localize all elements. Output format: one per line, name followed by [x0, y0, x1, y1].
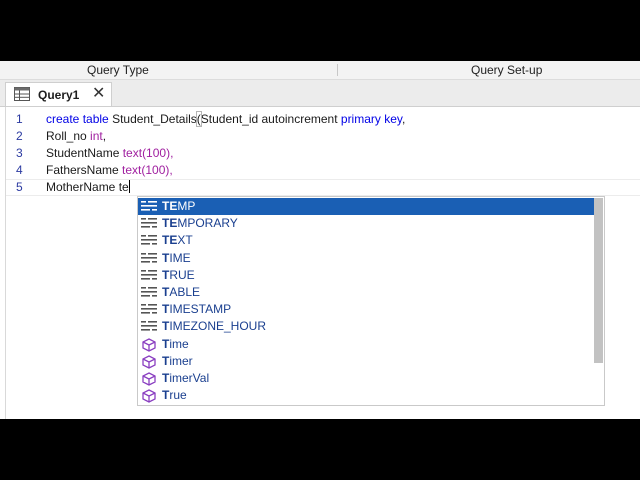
code-token: MotherName te: [46, 180, 129, 194]
code-line[interactable]: 1 create table Student_Details(Student_id…: [6, 111, 640, 128]
autocomplete-item-label: Time: [162, 336, 189, 351]
sql-type: (100),: [142, 146, 174, 160]
object-icon: [141, 355, 157, 369]
autocomplete-item[interactable]: TIMEZONE_HOUR: [138, 318, 594, 335]
popup-scrollbar[interactable]: [594, 198, 603, 363]
ribbon-bar: Query Type Query Set-up: [0, 61, 640, 80]
line-number: 5: [16, 180, 23, 194]
code-line[interactable]: 3 StudentName text(100),: [6, 145, 640, 162]
keyword-icon: [141, 234, 157, 247]
ribbon-group-query-setup[interactable]: Query Set-up: [471, 63, 542, 77]
code-token: Roll_no: [46, 129, 91, 143]
code-token: Student_Details: [108, 112, 197, 126]
code-text: FathersName text(100),: [46, 162, 173, 179]
sql-keyword: table: [82, 112, 109, 126]
keyword-icon: [141, 303, 157, 316]
code-token: ,: [402, 112, 406, 126]
code-line[interactable]: 4 FathersName text(100),: [6, 162, 640, 179]
code-text: StudentName text(100),: [46, 145, 173, 162]
code-text: MotherName te: [46, 179, 130, 196]
sql-type: text: [122, 163, 142, 177]
ribbon-group-query-type[interactable]: Query Type: [87, 63, 149, 77]
code-token: ,: [102, 129, 107, 143]
autocomplete-item[interactable]: TRUE: [138, 267, 594, 284]
code-text: Roll_no int,: [46, 128, 106, 145]
autocomplete-item-label: TABLE: [162, 285, 201, 299]
keyword-icon: [141, 217, 157, 230]
keyword-icon: [141, 269, 157, 282]
line-number: 2: [16, 129, 23, 143]
line-number: 3: [16, 146, 23, 160]
tab-label: Query1: [38, 88, 80, 102]
autocomplete-popup[interactable]: TEMP TEMPORARY TEXT TIME TRUE TABLE TIMESTAMP T…: [137, 196, 605, 406]
autocomplete-item[interactable]: TEMP: [138, 198, 594, 215]
sql-type: int: [90, 129, 103, 143]
autocomplete-item[interactable]: TimerVal: [138, 370, 594, 387]
code-text: create table Student_Details(Student_id …: [46, 111, 405, 128]
sql-type: (100),: [141, 163, 173, 177]
code-token: Student_id autoincrement: [200, 112, 341, 126]
line-number: 4: [16, 163, 23, 177]
autocomplete-item-label: True: [162, 388, 187, 403]
autocomplete-item-label: TEXT: [162, 233, 193, 248]
autocomplete-item-label: TIMESTAMP: [162, 302, 232, 317]
code-token: StudentName: [46, 146, 123, 160]
keyword-icon: [141, 320, 157, 333]
code-line[interactable]: 2 Roll_no int,: [6, 128, 640, 145]
sql-type: text: [122, 146, 143, 160]
keyword-icon: [141, 200, 157, 213]
query-table-icon: [14, 87, 30, 101]
autocomplete-item[interactable]: Timer: [138, 353, 594, 370]
autocomplete-item-label: TimerVal: [162, 371, 210, 385]
autocomplete-item-label: TEMPORARY: [162, 216, 238, 231]
sql-keyword: primary key: [340, 112, 403, 126]
keyword-icon: [141, 286, 157, 299]
autocomplete-item[interactable]: True: [138, 387, 594, 404]
autocomplete-item[interactable]: TIMESTAMP: [138, 301, 594, 318]
autocomplete-item[interactable]: TIME: [138, 250, 594, 267]
ribbon-separator: [337, 64, 338, 76]
text-caret: [128, 180, 130, 193]
autocomplete-item[interactable]: TEXT: [138, 232, 594, 249]
autocomplete-item[interactable]: TEMPORARY: [138, 215, 594, 232]
autocomplete-item-label: TIME: [162, 250, 191, 265]
autocomplete-item[interactable]: TABLE: [138, 284, 594, 301]
code-token: FathersName: [46, 163, 123, 177]
line-number: 1: [16, 112, 23, 126]
autocomplete-item-label: Timer: [162, 353, 193, 368]
autocomplete-item-label: TRUE: [162, 267, 195, 282]
tab-query1[interactable]: Query1 ✕: [5, 82, 112, 106]
object-icon: [141, 372, 157, 386]
sql-keyword: create: [46, 112, 80, 126]
object-icon: [141, 389, 157, 403]
close-icon[interactable]: ✕: [92, 84, 105, 104]
keyword-icon: [141, 252, 157, 265]
autocomplete-item[interactable]: Time: [138, 336, 594, 353]
autocomplete-item-label: TIMEZONE_HOUR: [162, 319, 267, 334]
autocomplete-item-label: TEMP: [162, 199, 196, 213]
object-icon: [141, 337, 157, 352]
code-line[interactable]: 5 MotherName te: [6, 179, 640, 196]
document-tab-bar: Query1 ✕: [0, 80, 640, 107]
